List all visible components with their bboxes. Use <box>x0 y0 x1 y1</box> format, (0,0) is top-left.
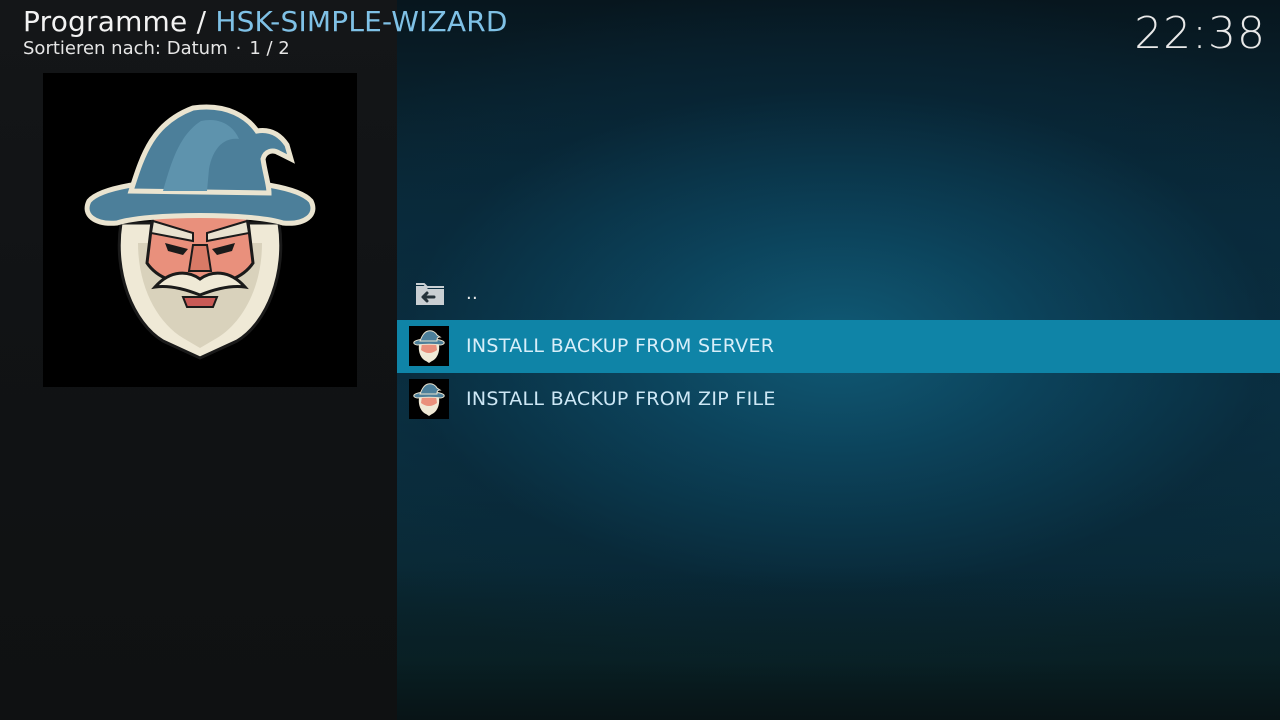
list-item-install-from-zip[interactable]: INSTALL BACKUP FROM ZIP FILE <box>397 373 1280 426</box>
wizard-thumb-icon <box>409 326 449 366</box>
clock: 22:38 <box>1134 8 1266 59</box>
wizard-logo-icon <box>84 104 316 360</box>
list-item-install-from-server[interactable]: INSTALL BACKUP FROM SERVER <box>397 320 1280 373</box>
list-item-label: INSTALL BACKUP FROM ZIP FILE <box>466 388 776 410</box>
kodi-screen: Programme / HSK-SIMPLE-WIZARD Sortieren … <box>0 0 1280 720</box>
breadcrumb: Programme / HSK-SIMPLE-WIZARD <box>23 4 923 40</box>
folder-back-icon <box>416 283 444 305</box>
header: Programme / HSK-SIMPLE-WIZARD Sortieren … <box>23 4 923 60</box>
addon-poster <box>43 73 357 387</box>
breadcrumb-current: HSK-SIMPLE-WIZARD <box>215 5 508 38</box>
sort-label: Sortieren nach: Datum <box>23 38 228 59</box>
sort-info: Sortieren nach: Datum · 1 / 2 <box>23 38 923 60</box>
wizard-thumb-icon <box>409 379 449 419</box>
item-list: .. INSTALL BACKUP FROM SERVER INSTALL BA… <box>397 267 1280 426</box>
list-item-parent[interactable]: .. <box>397 267 1280 320</box>
list-item-label: .. <box>466 283 479 304</box>
page-indicator: 1 / 2 <box>249 38 290 59</box>
breadcrumb-separator: / <box>196 5 207 38</box>
breadcrumb-section: Programme <box>23 5 188 38</box>
list-item-label: INSTALL BACKUP FROM SERVER <box>466 335 775 357</box>
separator-dot: · <box>235 38 242 59</box>
